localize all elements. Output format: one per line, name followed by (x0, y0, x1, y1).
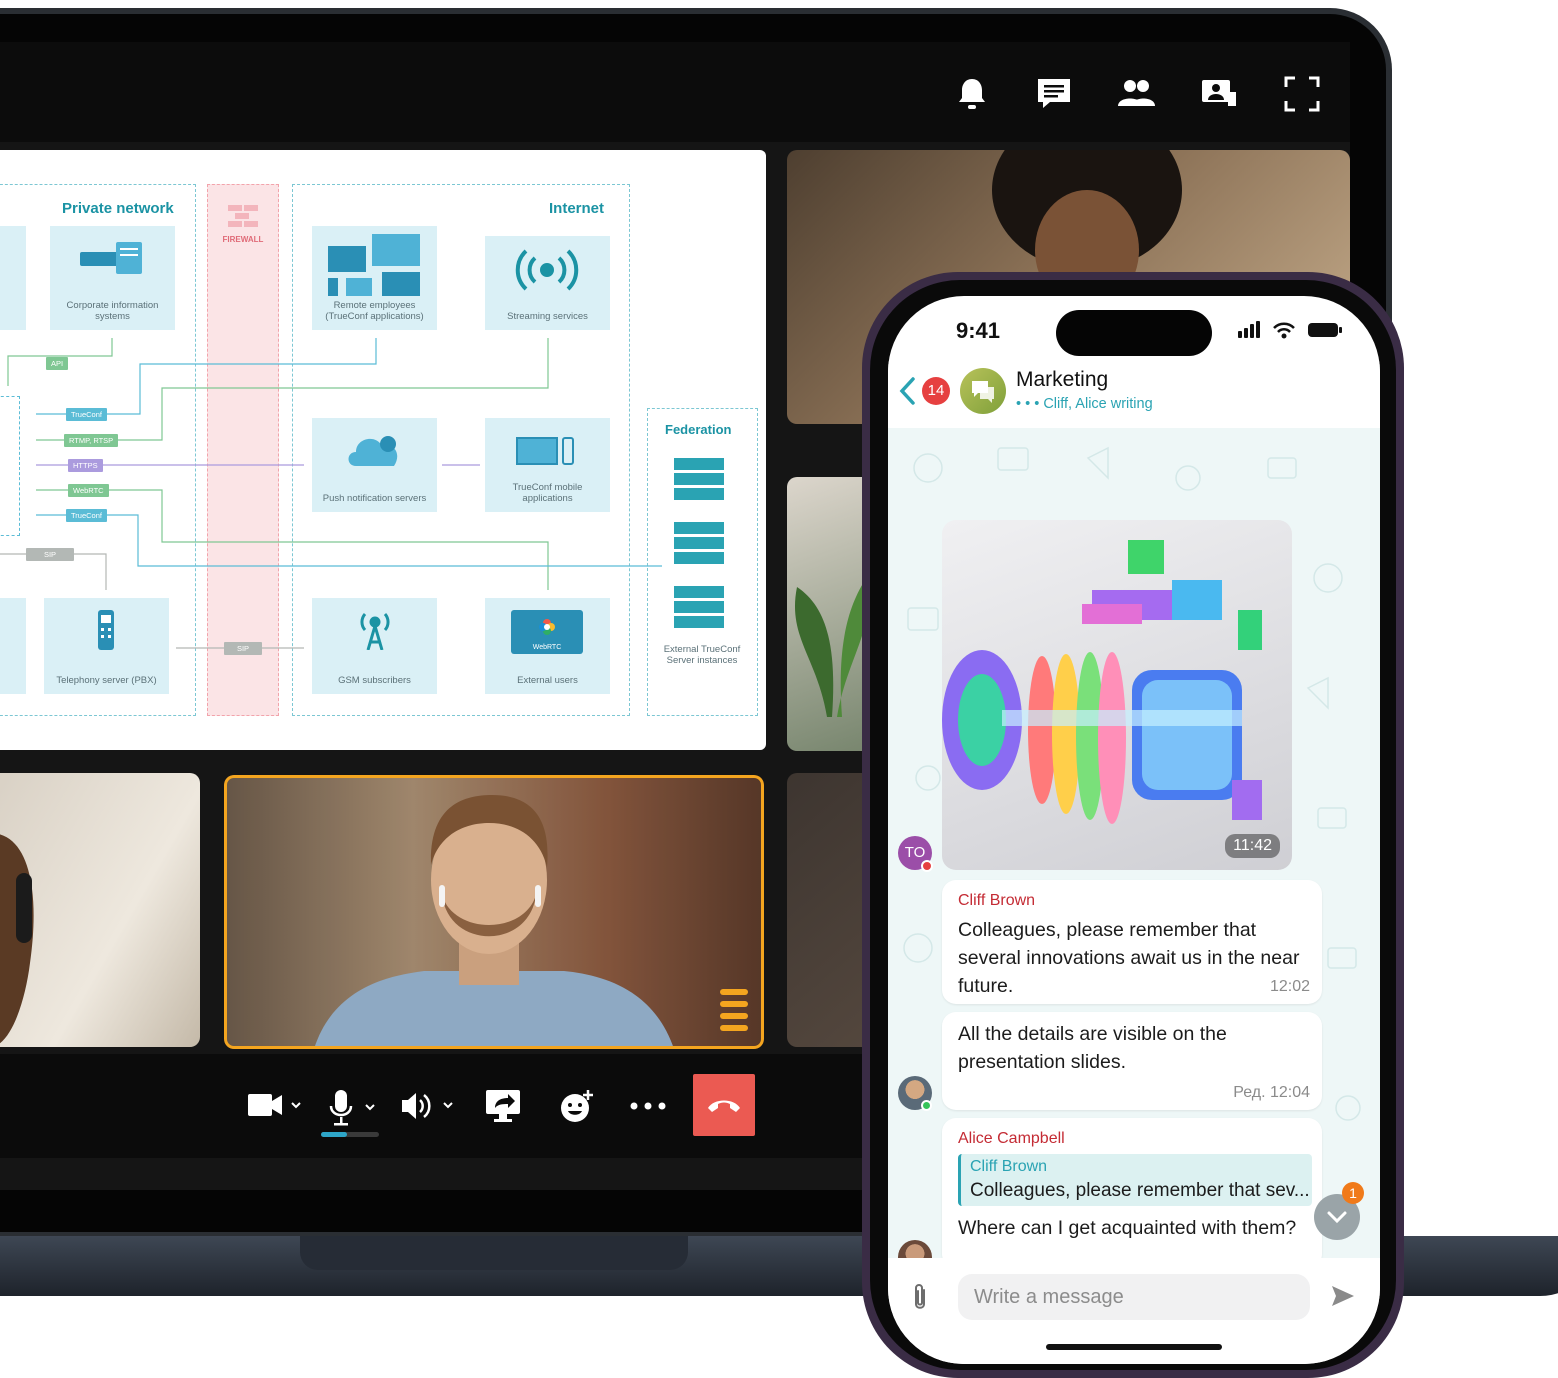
speaking-indicator-icon (720, 989, 748, 1031)
diagram-connectors (0, 338, 662, 649)
chat-messages: 11:42 TO Cliff Brown Colleagues, please … (888, 428, 1380, 1258)
chat-title: Marketing (1016, 368, 1109, 391)
laptop-notch (300, 1236, 688, 1270)
tag-webrtc: WebRTC (68, 484, 109, 497)
send-icon[interactable] (1330, 1284, 1356, 1308)
active-speaker-frame (224, 775, 764, 1049)
bell-icon[interactable] (952, 74, 992, 114)
attach-icon[interactable] (910, 1282, 930, 1312)
tag-trueconf: TrueConf (66, 509, 107, 522)
tag-rtmp: RTMP, RTSP (64, 434, 119, 447)
fullscreen-icon[interactable] (1282, 74, 1322, 114)
quote-author: Cliff Brown (970, 1158, 1048, 1175)
message-input[interactable]: Write a message (958, 1274, 1310, 1320)
message-time: 12:02 (1269, 978, 1310, 995)
presentation-slide: Private network FIREWALL Internet Federa… (0, 150, 766, 750)
quote-text: Colleagues, please remember that sev... (970, 1180, 1310, 1201)
group-avatar[interactable] (960, 368, 1006, 414)
status-time: 9:41 (956, 318, 1001, 343)
conference-topbar (0, 42, 1350, 142)
layout-icon[interactable] (1198, 74, 1238, 114)
online-dot (921, 1100, 932, 1111)
tag-sip: SIP (224, 642, 262, 655)
tag-trueconf: TrueConf (66, 408, 107, 421)
image-message[interactable]: 11:42 (942, 520, 1292, 870)
typing-indicator: • • • Cliff, Alice writing (1016, 396, 1153, 412)
engine-model-image (942, 540, 1262, 824)
message-sender: Alice Campbell (958, 1130, 1065, 1147)
chat-header: 14 Marketing • • • Cliff, Alice writing (888, 360, 1380, 428)
message-text: Where can I get acquainted with them? (958, 1217, 1297, 1239)
message-time: Ред. 12:04 (1233, 1084, 1310, 1101)
group-chat-icon (972, 381, 994, 403)
unread-badge: 14 (922, 377, 950, 405)
typing-text: Cliff, Alice writing (1043, 396, 1153, 412)
share-screen-icon[interactable] (484, 1088, 524, 1124)
tag-https: HTTPS (68, 459, 103, 472)
message-bubble[interactable]: Alice Campbell Cliff Brown Colleagues, p… (942, 1118, 1322, 1258)
more-options-icon[interactable] (628, 1088, 670, 1124)
camera-toggle-icon[interactable] (246, 1088, 306, 1124)
speaker-toggle-icon[interactable] (400, 1088, 460, 1124)
participants-icon[interactable] (1116, 74, 1156, 114)
dynamic-island (1056, 310, 1212, 356)
chat-icon[interactable] (1034, 74, 1074, 114)
home-indicator (1046, 1344, 1222, 1350)
hang-up-button[interactable] (693, 1074, 755, 1136)
message-bubble[interactable]: All the details are visible on the prese… (942, 1012, 1322, 1110)
image-timestamp: 11:42 (1225, 834, 1280, 858)
message-text: All the details are visible on the prese… (958, 1023, 1227, 1073)
message-text: Colleagues, please remember that several… (958, 919, 1300, 997)
mic-level-meter (321, 1132, 379, 1137)
hang-up-icon (708, 1100, 740, 1112)
reply-quote[interactable]: Cliff Brown Colleagues, please remember … (958, 1154, 1312, 1206)
new-messages-badge: 1 (1342, 1182, 1364, 1204)
tag-sip: SIP (26, 548, 74, 561)
microphone-toggle-icon[interactable] (328, 1088, 384, 1126)
status-icons (1238, 321, 1342, 339)
back-icon[interactable] (898, 376, 916, 406)
active-speaker-tile[interactable] (224, 775, 764, 1049)
message-sender: Cliff Brown (958, 892, 1036, 909)
message-composer: Write a message (888, 1258, 1380, 1364)
message-bubble[interactable]: Cliff Brown Colleagues, please remember … (942, 880, 1322, 1004)
tag-api: API (46, 357, 69, 370)
phone-screen: 9:41 14 Marketing • • • Cliff, Alice wri… (888, 296, 1380, 1364)
reaction-icon[interactable] (558, 1088, 598, 1124)
status-dot (921, 860, 933, 872)
participant-tile-4[interactable] (0, 773, 200, 1047)
chevron-down-icon (1327, 1211, 1347, 1224)
